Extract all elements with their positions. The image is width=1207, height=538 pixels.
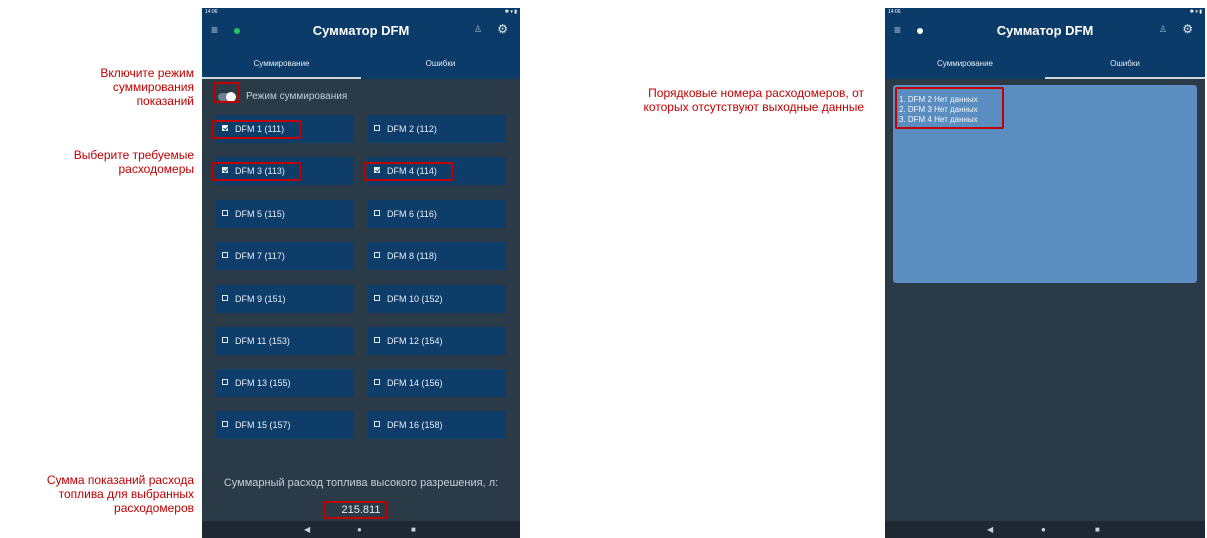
checkbox-icon [374,379,380,385]
status-time: 14:06 [888,9,901,15]
back-icon[interactable]: ◀ [304,525,310,534]
meter-label: DFM 15 (157) [235,420,291,430]
meter-label: DFM 16 (158) [387,420,443,430]
meter-button-dfm6[interactable]: DFM 6 (116) [368,200,506,228]
tab-label: Ошибки [1110,59,1140,68]
tab-summation[interactable]: Суммирование [885,53,1045,79]
tab-label: Ошибки [425,59,456,68]
meter-label: DFM 5 (115) [235,209,285,219]
highlight-dfm3 [212,162,301,181]
meter-button-dfm8[interactable]: DFM 8 (118) [368,242,506,270]
back-icon[interactable]: ◀ [987,525,993,534]
phone-screen-errors: 14:06 ✱ ▾ ▮ ≡ Сумматор DFM ♙ ⚙ Суммирова… [885,8,1205,538]
app-title: Сумматор DFM [996,23,1094,38]
tab-errors[interactable]: Ошибки [1045,53,1205,79]
checkbox-icon [222,421,228,427]
meter-label: DFM 8 (118) [387,251,437,261]
total-label: Суммарный расход топлива высокого разреш… [223,477,499,489]
recents-icon[interactable]: ■ [1095,525,1100,534]
meter-label: DFM 2 (112) [387,124,437,134]
checkbox-icon [374,252,380,258]
gear-icon[interactable]: ⚙ [1182,22,1193,36]
status-time: 14:06 [205,9,218,15]
tab-indicator [1045,77,1205,79]
meter-button-dfm12[interactable]: DFM 12 (154) [368,327,506,355]
status-icons: ✱ ▾ ▮ [504,9,517,15]
meter-button-dfm13[interactable]: DFM 13 (155) [216,369,354,397]
meter-label: DFM 14 (156) [387,378,443,388]
checkbox-icon [222,210,228,216]
phone-screen-summation: 14:06 ✱ ▾ ▮ ≡ Сумматор DFM ♙ ⚙ Суммирова… [202,8,520,538]
home-icon[interactable]: ● [357,525,362,534]
meter-button-dfm11[interactable]: DFM 11 (153) [216,327,354,355]
system-nav-bar: ◀ ● ■ [885,521,1205,538]
annotation-enable-mode: Включите режим суммирования показаний [100,66,194,108]
meter-button-dfm7[interactable]: DFM 7 (117) [216,242,354,270]
summation-mode-label: Режим суммирования [246,91,348,102]
checkbox-icon [222,295,228,301]
app-bar: ≡ Сумматор DFM ♙ ⚙ [202,17,520,53]
checkbox-icon [222,252,228,258]
meter-label: DFM 10 (152) [387,294,443,304]
gear-icon[interactable]: ⚙ [497,22,508,36]
checkbox-icon [222,379,228,385]
checkbox-icon [374,421,380,427]
annotation-select-meters: Выберите требуемые расходомеры [73,148,194,176]
checkbox-icon [222,337,228,343]
highlight-dfm4 [364,162,453,181]
tab-bar: Суммирование Ошибки [885,53,1205,79]
tab-label: Суммирование [253,59,310,68]
user-icon[interactable]: ♙ [1159,24,1167,35]
annotation-sum-readings: Сумма показаний расхода топлива для выбр… [46,473,194,515]
recents-icon[interactable]: ■ [411,525,416,534]
tab-bar: Суммирование Ошибки [202,53,520,79]
tab-label: Суммирование [937,59,993,68]
annotation-error-meters: Порядковые номера расходомеров, от котор… [643,86,864,114]
highlight-errors [895,87,1004,129]
app-bar: ≡ Сумматор DFM ♙ ⚙ [885,17,1205,53]
meter-button-dfm5[interactable]: DFM 5 (115) [216,200,354,228]
tab-indicator [202,77,361,79]
system-nav-bar: ◀ ● ■ [202,521,520,538]
meter-button-dfm14[interactable]: DFM 14 (156) [368,369,506,397]
meter-label: DFM 6 (116) [387,209,437,219]
app-title: Сумматор DFM [312,23,410,38]
tab-summation[interactable]: Суммирование [202,53,361,79]
meter-button-dfm16[interactable]: DFM 16 (158) [368,411,506,439]
meter-button-dfm10[interactable]: DFM 10 (152) [368,285,506,313]
meter-button-dfm15[interactable]: DFM 15 (157) [216,411,354,439]
meter-button-dfm9[interactable]: DFM 9 (151) [216,285,354,313]
checkbox-icon [374,125,380,131]
user-icon[interactable]: ♙ [474,24,482,35]
meter-label: DFM 13 (155) [235,378,291,388]
summation-mode-row: Режим суммирования [214,88,414,106]
highlight-toggle [213,82,239,103]
checkbox-icon [374,295,380,301]
status-bar: 14:06 ✱ ▾ ▮ [202,8,520,17]
home-icon[interactable]: ● [1041,525,1046,534]
meter-button-dfm2[interactable]: DFM 2 (112) [368,115,506,143]
checkbox-icon [374,337,380,343]
status-icons: ✱ ▾ ▮ [1189,9,1202,15]
meter-label: DFM 11 (153) [235,336,290,346]
highlight-total [323,501,387,519]
checkbox-icon [374,210,380,216]
meter-label: DFM 12 (154) [387,336,443,346]
status-bar: 14:06 ✱ ▾ ▮ [885,8,1205,17]
meter-label: DFM 7 (117) [235,251,285,261]
tab-errors[interactable]: Ошибки [361,53,520,79]
highlight-dfm1 [212,120,301,139]
meter-label: DFM 9 (151) [235,294,286,304]
